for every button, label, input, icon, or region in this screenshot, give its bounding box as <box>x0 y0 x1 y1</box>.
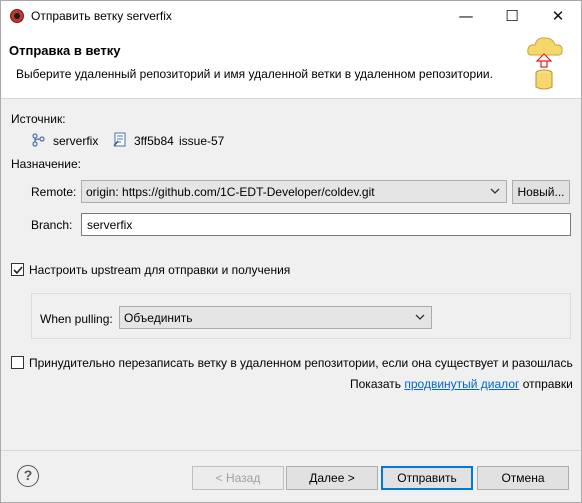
remote-label: Remote: <box>31 185 77 199</box>
window-title: Отправить ветку serverfix <box>31 9 172 23</box>
chevron-down-icon <box>415 314 425 320</box>
advanced-prefix: Показать <box>350 377 402 391</box>
push-to-cloud-icon <box>527 37 563 90</box>
advanced-dialog-text: Показать продвинутый диалог отправки <box>350 377 573 391</box>
push-branch-dialog: Отправить ветку serverfix — ☐ ✕ Отправка… <box>0 0 582 503</box>
source-branch: serverfix <box>53 134 99 148</box>
checkmark-icon <box>13 266 23 275</box>
advanced-suffix: отправки <box>522 377 573 391</box>
when-pulling-label: When pulling: <box>40 312 113 326</box>
destination-label: Назначение: <box>11 157 82 171</box>
help-icon[interactable]: ? <box>17 465 39 487</box>
maximize-button[interactable]: ☐ <box>489 1 535 31</box>
commit-hash: 3ff5b84 <box>134 134 174 148</box>
when-pulling-select[interactable]: Объединить <box>119 306 432 329</box>
chevron-down-icon <box>490 188 500 194</box>
remote-select[interactable]: origin: https://github.com/1C-EDT-Develo… <box>81 180 507 203</box>
commit-message: issue-57 <box>179 134 225 148</box>
force-checkbox[interactable] <box>11 356 24 369</box>
advanced-dialog-link[interactable]: продвинутый диалог <box>404 377 519 391</box>
branch-label: Branch: <box>31 218 73 232</box>
branch-input-value: serverfix <box>87 218 133 232</box>
source-label: Источник: <box>11 112 66 126</box>
minimize-button[interactable]: — <box>443 1 489 31</box>
remote-select-value: origin: https://github.com/1C-EDT-Develo… <box>86 185 375 199</box>
back-button[interactable]: < Назад <box>192 466 284 490</box>
cancel-button[interactable]: Отмена <box>477 466 569 490</box>
push-button[interactable]: Отправить <box>381 466 473 490</box>
new-remote-button[interactable]: Новый... <box>512 180 570 204</box>
upstream-checkbox[interactable] <box>11 263 24 276</box>
title-bar: Отправить ветку serverfix — ☐ ✕ <box>1 1 581 31</box>
close-button[interactable]: ✕ <box>535 1 581 31</box>
when-pulling-value: Объединить <box>124 311 193 325</box>
commit-icon <box>113 132 126 147</box>
branch-input[interactable]: serverfix <box>81 213 571 236</box>
footer-separator <box>1 450 581 451</box>
branch-icon <box>32 133 45 147</box>
wizard-header: Отправка в ветку Выберите удаленный репо… <box>1 31 581 99</box>
next-button[interactable]: Далее > <box>286 466 378 490</box>
force-label: Принудительно перезаписать ветку в удале… <box>29 356 573 370</box>
wizard-title: Отправка в ветку <box>9 43 121 58</box>
app-icon <box>10 9 24 23</box>
wizard-description: Выберите удаленный репозиторий и имя уда… <box>16 67 493 81</box>
upstream-label: Настроить upstream для отправки и получе… <box>29 263 291 277</box>
